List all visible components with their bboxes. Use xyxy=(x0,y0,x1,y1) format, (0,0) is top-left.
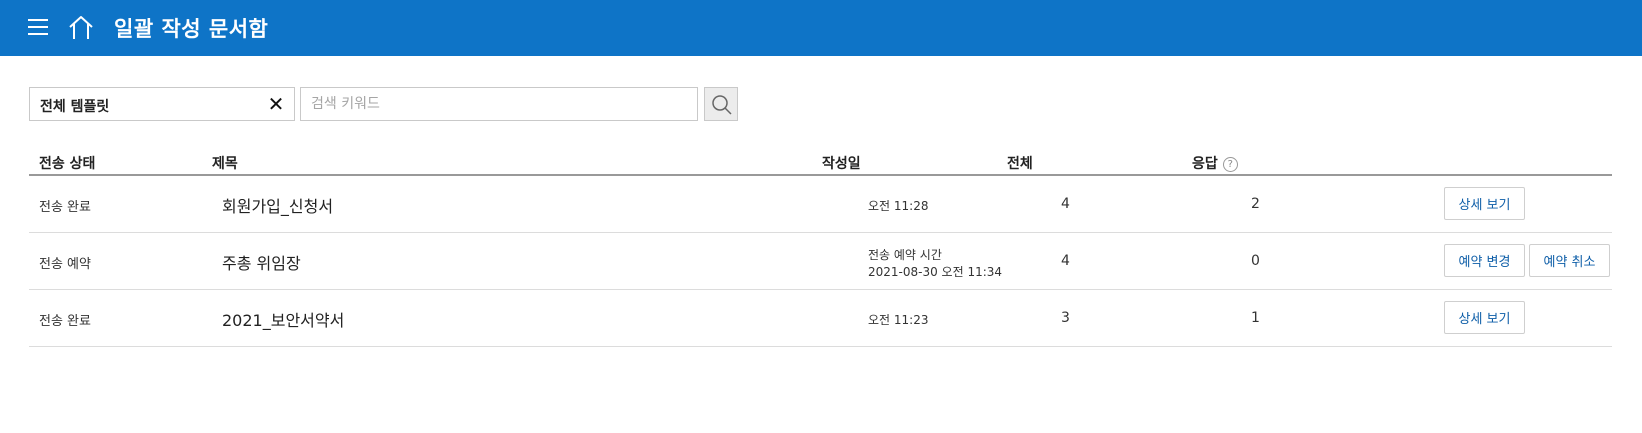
row-response: 1 xyxy=(1251,310,1260,326)
row-date-label: 전송 예약 시간 xyxy=(868,248,942,262)
row-date: 2021-08-30 오전 11:34 xyxy=(868,265,1003,279)
col-header-status: 전송 상태 xyxy=(39,156,96,172)
row-response: 2 xyxy=(1251,196,1260,212)
col-header-title: 제목 xyxy=(212,156,238,172)
col-header-response-label: 응답 xyxy=(1192,156,1218,172)
view-details-button[interactable]: 상세 보기 xyxy=(1444,187,1525,220)
table-row: 전송 예약 주총 위임장 전송 예약 시간 2021-08-30 오전 11:3… xyxy=(29,233,1612,290)
page-title: 일괄 작성 문서함 xyxy=(114,17,269,41)
row-title: 회원가입_신청서 xyxy=(222,197,334,216)
row-date: 오전 11:28 xyxy=(868,199,929,213)
row-status: 전송 완료 xyxy=(39,200,91,215)
table-header: 전송 상태 제목 작성일 전체 응답? xyxy=(29,150,1612,176)
row-status: 전송 완료 xyxy=(39,314,91,329)
help-icon[interactable]: ? xyxy=(1222,157,1238,172)
row-total: 3 xyxy=(1061,310,1070,326)
search-icon xyxy=(712,95,732,115)
table-row: 전송 완료 2021_보안서약서 오전 11:23 3 1 상세 보기 xyxy=(29,290,1612,347)
search-input[interactable] xyxy=(300,87,698,121)
clear-filter-icon[interactable]: ✕ xyxy=(266,93,286,115)
template-filter-select[interactable]: 전체 템플릿 ✕ xyxy=(29,87,295,121)
hamburger-menu-icon[interactable] xyxy=(26,16,52,40)
template-filter-value: 전체 템플릿 xyxy=(40,99,110,115)
row-date: 오전 11:23 xyxy=(868,313,929,327)
search-button[interactable] xyxy=(704,87,738,121)
view-details-button[interactable]: 상세 보기 xyxy=(1444,301,1525,334)
row-title: 주총 위임장 xyxy=(222,254,301,273)
row-status: 전송 예약 xyxy=(39,257,91,272)
app-header: 일괄 작성 문서함 xyxy=(0,0,1642,56)
table-row: 전송 완료 회원가입_신청서 오전 11:28 4 2 상세 보기 xyxy=(29,176,1612,233)
col-header-response: 응답? xyxy=(1192,153,1238,173)
home-icon[interactable] xyxy=(67,14,95,42)
documents-table: 전송 상태 제목 작성일 전체 응답? 전송 완료 회원가입_신청서 오전 11… xyxy=(29,150,1612,347)
change-reservation-button[interactable]: 예약 변경 xyxy=(1444,244,1525,277)
col-header-total: 전체 xyxy=(1007,156,1033,172)
row-total: 4 xyxy=(1061,253,1070,269)
row-title: 2021_보안서약서 xyxy=(222,311,345,330)
cancel-reservation-button[interactable]: 예약 취소 xyxy=(1529,244,1610,277)
col-header-date: 작성일 xyxy=(822,156,861,172)
row-total: 4 xyxy=(1061,196,1070,212)
row-response: 0 xyxy=(1251,253,1260,269)
